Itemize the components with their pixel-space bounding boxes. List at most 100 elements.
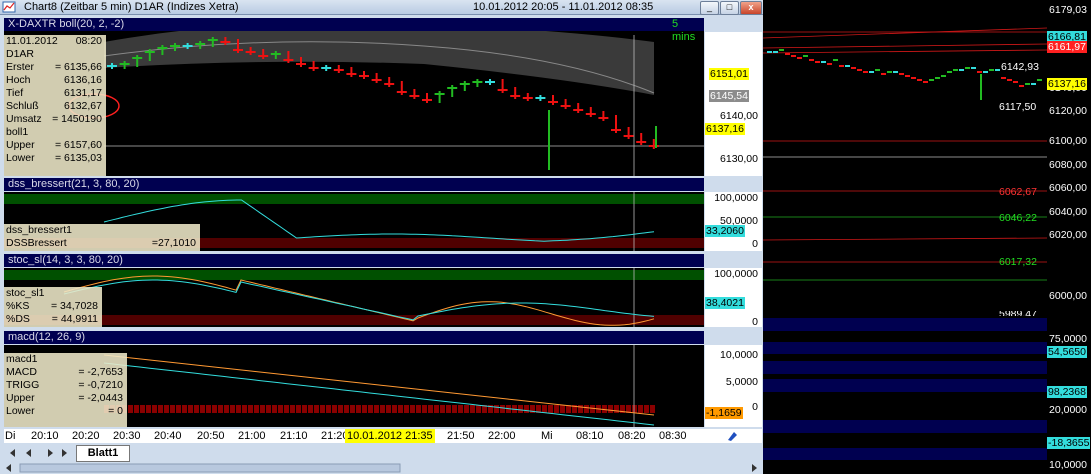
interval-label: 5 mins	[672, 18, 696, 43]
macd-hist-bar	[326, 405, 331, 413]
price-scale[interactable]: 6151,01 6145,54 6140,00 6137,16 6130,00	[705, 32, 762, 176]
macd-info-value: = 0	[108, 405, 123, 417]
tab-blatt1[interactable]: Blatt1	[76, 445, 130, 462]
bg-indicator-tag-1: 54,5650	[1047, 346, 1087, 358]
bg-line-6046: 6046,22	[999, 212, 1037, 224]
stoc-chart-svg	[4, 268, 704, 327]
macd-hist-bar	[164, 405, 169, 413]
macd-hist-bar	[410, 405, 415, 413]
price-panel[interactable]: 11.01.2012 08:20 D1AR Erster = 6135,66 Hoch 61…	[4, 18, 704, 176]
stoc-value-tag: 38,4021	[705, 297, 745, 309]
bg-tick-6100: 6100,00	[1049, 135, 1087, 147]
price-info-key: 11.01.2012	[6, 35, 58, 47]
bg-line-6017: 6017,32	[999, 256, 1037, 268]
maximize-button[interactable]: □	[720, 1, 739, 15]
macd-hist-bar	[194, 405, 199, 413]
time-axis-label: 08:10	[576, 430, 604, 442]
stoc-info-row: stoc_sl1	[4, 287, 102, 300]
macd-info-value: = -2,7653	[78, 366, 123, 378]
time-axis-label: 22:00	[488, 430, 516, 442]
price-info-row: Umsatz = 1450190	[4, 113, 106, 126]
title-bar: Chart8 (Zeitbar 5 min) D1AR (Indizes Xet…	[0, 0, 763, 15]
sheet-tab-bar: Blatt1	[4, 445, 762, 462]
macd-hist-bar	[548, 405, 553, 413]
macd-hist-bar	[290, 405, 295, 413]
macd-hist-bar	[470, 405, 475, 413]
close-button[interactable]: x	[740, 1, 762, 15]
scroll-arrows-icon[interactable]	[0, 462, 763, 474]
bg-line-6062: 6062,67	[999, 186, 1037, 198]
dss-tick-0: 0	[752, 238, 758, 250]
dss-panel[interactable]: dss_bressert1 DSSBressert =27,1010	[4, 192, 704, 251]
time-axis-label: 20:50	[197, 430, 225, 442]
macd-hist-bar	[632, 405, 637, 413]
macd-hist-bar	[314, 405, 319, 413]
time-axis-label: 20:30	[113, 430, 141, 442]
last-price-tag: 6137,16	[705, 123, 745, 135]
macd-hist-bar	[134, 405, 139, 413]
price-info-value: 6131,17	[64, 87, 102, 99]
macd-hist-bar	[380, 405, 385, 413]
macd-hist-bar	[338, 405, 343, 413]
dss-panel-header: dss_bressert(21, 3, 80, 20)	[4, 178, 704, 191]
time-axis-label: Di	[5, 430, 16, 442]
macd-hist-bar	[368, 405, 373, 413]
tab-navigation-icons[interactable]	[4, 445, 74, 461]
stoc-panel[interactable]: stoc_sl1 %KS = 34,7028 %DS = 44,9911	[4, 268, 704, 327]
macd-hist-bar	[302, 405, 307, 413]
macd-hist-bar	[386, 405, 391, 413]
stoc-tick-0: 0	[752, 316, 758, 327]
macd-tick-10: 10,0000	[720, 349, 758, 361]
dss-info-value: =27,1010	[151, 237, 196, 249]
macd-panel[interactable]: macd1 MACD = -2,7653 TRIGG = -0,7210 Upper = -…	[4, 345, 704, 427]
macd-hist-bar	[308, 405, 313, 413]
price-info-key: Tief	[6, 87, 24, 99]
macd-hist-bar	[524, 405, 529, 413]
background-scale[interactable]: 6179,03 6140,00 6120,00 6100,00 6080,00 …	[1047, 0, 1091, 474]
macd-hist-bar	[278, 405, 283, 413]
stoc-ds-line	[63, 279, 655, 321]
macd-hist-bar	[440, 405, 445, 413]
upper-band-tag: 6151,01	[709, 68, 749, 80]
macd-line	[103, 362, 655, 426]
macd-hist-bar	[188, 405, 193, 413]
macd-hist-bar	[158, 405, 163, 413]
bg-low-label: 6117,50	[999, 101, 1037, 113]
price-info-row: Lower = 6135,03	[4, 152, 106, 165]
macd-hist-bar	[176, 405, 181, 413]
macd-indicator-name: macd(12, 26, 9)	[8, 331, 86, 343]
horizontal-scrollbar[interactable]	[0, 462, 763, 474]
bg-tick-75: 75,0000	[1049, 333, 1087, 345]
pen-tool-icon[interactable]	[725, 429, 741, 443]
background-chart-area[interactable]	[763, 0, 1091, 474]
dss-info-key: DSSBressert	[6, 237, 67, 249]
cursor-time-label: 10.01.2012 21:35	[345, 429, 435, 443]
macd-hist-bar	[584, 405, 589, 413]
bollinger-band	[104, 21, 654, 95]
macd-hist-bar	[248, 405, 253, 413]
dss-value-tag: 33,2060	[705, 225, 745, 237]
stoc-tick-100: 100,0000	[714, 268, 758, 280]
price-info-row: D1AR	[4, 48, 106, 61]
dss-info-row: dss_bressert1	[4, 224, 200, 237]
macd-hist-bar	[422, 405, 427, 413]
stoc-info-row: %KS = 34,7028	[4, 300, 102, 313]
bg-high-label: 6142,93	[1001, 61, 1039, 73]
minimize-button[interactable]: _	[700, 1, 719, 15]
dss-scale[interactable]: 100,0000 50,0000 33,2060 0	[705, 192, 762, 251]
stoc-scale[interactable]: 100,0000 38,4021 0	[705, 268, 762, 327]
macd-info-key: Lower	[6, 405, 35, 417]
macd-hist-bar	[140, 405, 145, 413]
price-info-key: Lower	[6, 152, 35, 164]
stoc-info-key: %DS	[6, 313, 30, 325]
price-info-row: Schluß 6132,67	[4, 100, 106, 113]
time-axis-label: 20:20	[72, 430, 100, 442]
macd-scale[interactable]: 10,0000 5,0000 0 -1,1659	[705, 345, 762, 427]
macd-info-value: = -0,7210	[78, 379, 123, 391]
macd-hist-bar	[296, 405, 301, 413]
background-chart-svg	[763, 0, 1048, 460]
macd-info-key: macd1	[6, 353, 38, 365]
dss-indicator-name: dss_bressert(21, 3, 80, 20)	[8, 178, 140, 190]
price-info-row: Tief 6131,17	[4, 87, 106, 100]
time-axis[interactable]: Di 20:10 20:20 20:30 20:40 20:50 21:00 21:10 21:…	[4, 429, 762, 443]
